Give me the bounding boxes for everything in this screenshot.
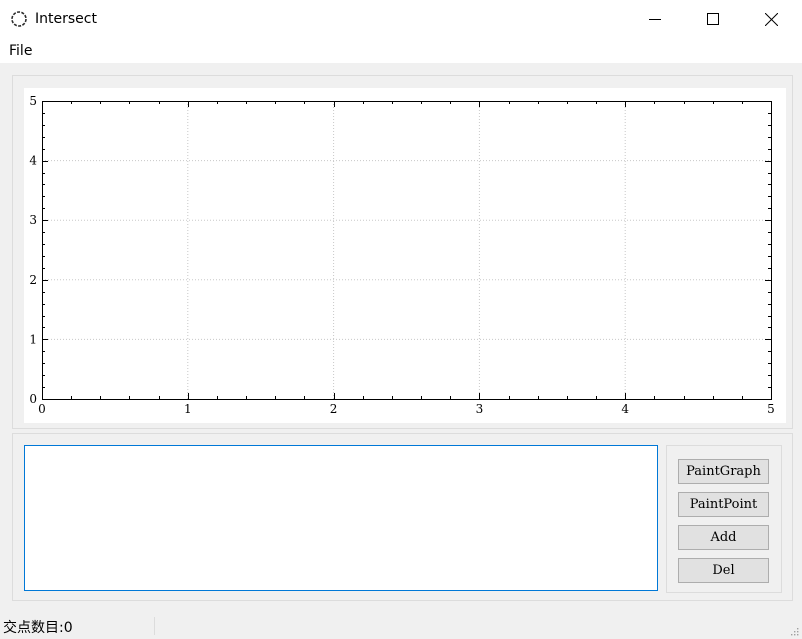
- plot-svg: 0 1 2 3 4 5 0 1 2 3 4 5: [29, 94, 775, 416]
- intersection-count: 交点数目:0: [3, 620, 73, 636]
- y-tick-label: 5: [29, 94, 37, 108]
- minimize-icon: [649, 19, 661, 20]
- x-tick-label: 2: [330, 402, 338, 416]
- y-tick-label: 2: [29, 273, 37, 287]
- function-input[interactable]: [24, 445, 658, 591]
- status-bar: 交点数目:0: [0, 614, 802, 639]
- maximize-icon: [707, 13, 719, 25]
- close-icon: [764, 12, 778, 26]
- menu-file[interactable]: File: [9, 42, 32, 60]
- window-title: Intersect: [35, 11, 97, 27]
- add-button[interactable]: Add: [678, 525, 769, 550]
- del-button[interactable]: Del: [678, 558, 769, 583]
- x-tick-label: 3: [476, 402, 484, 416]
- ring-icon: [11, 11, 27, 27]
- paint-graph-button[interactable]: PaintGraph: [678, 459, 769, 484]
- y-tick-label: 0: [29, 392, 37, 406]
- maximize-button[interactable]: [684, 0, 742, 38]
- x-tick-label: 4: [621, 402, 629, 416]
- plot-canvas[interactable]: 0 1 2 3 4 5 0 1 2 3 4 5: [24, 88, 786, 423]
- minimize-button[interactable]: [626, 0, 684, 38]
- y-tick-label: 1: [29, 332, 37, 346]
- resize-grip-icon[interactable]: [789, 626, 799, 636]
- title-bar[interactable]: Intersect: [0, 0, 802, 38]
- x-tick-label: 1: [184, 402, 192, 416]
- paint-point-button[interactable]: PaintPoint: [678, 492, 769, 517]
- close-button[interactable]: [742, 0, 800, 38]
- menu-bar: File: [0, 38, 802, 63]
- x-tick-label: 5: [767, 402, 775, 416]
- x-tick-label: 0: [38, 402, 46, 416]
- plot-frame-border: [42, 101, 772, 400]
- y-tick-label: 4: [29, 154, 37, 168]
- status-separator: [154, 617, 155, 635]
- y-tick-label: 3: [29, 213, 37, 227]
